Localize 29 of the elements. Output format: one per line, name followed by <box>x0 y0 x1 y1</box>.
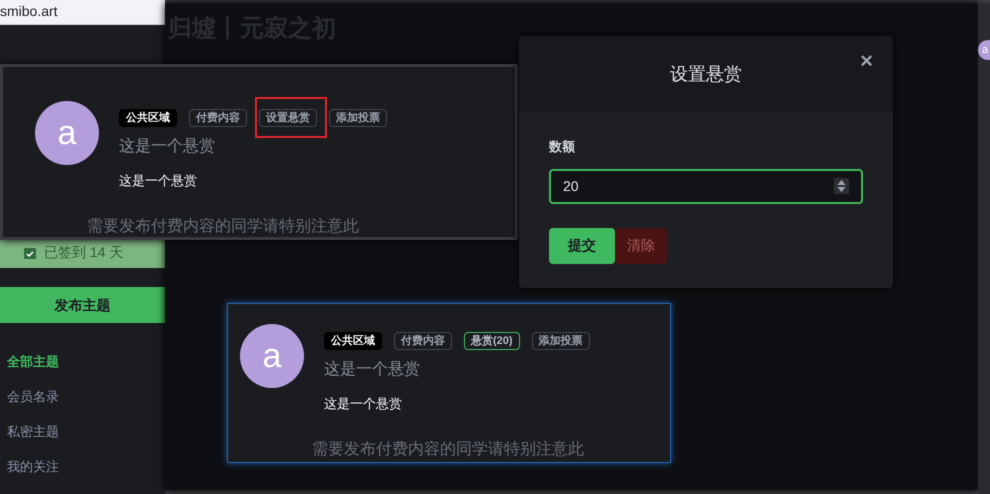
tag[interactable]: 添加投票 <box>532 332 590 350</box>
avatar: a <box>240 324 304 388</box>
tag[interactable]: 付费内容 <box>189 109 247 127</box>
post-title: 这是一个悬赏 <box>324 360 421 380</box>
notice-text: 需要发布付费内容的同学请特别注意此 <box>87 216 360 236</box>
tag[interactable]: 设置悬赏 <box>259 109 317 127</box>
avatar: a <box>35 101 99 165</box>
sidebar-item[interactable]: 会员名录 <box>7 388 165 406</box>
calendar-check-icon <box>24 246 36 259</box>
tag[interactable]: 悬赏(20) <box>464 332 520 350</box>
field-label: 数额 <box>549 138 576 156</box>
tag[interactable]: 公共区域 <box>119 109 177 127</box>
close-button[interactable]: × <box>860 50 873 72</box>
checkin-status: 已签到 14 天 <box>44 243 124 262</box>
sidebar-item[interactable]: 全部主题 <box>7 353 165 371</box>
tag[interactable]: 添加投票 <box>329 109 387 127</box>
post-body: 这是一个悬赏 <box>324 395 403 413</box>
tag[interactable]: 付费内容 <box>394 332 452 350</box>
dialog-title: 设置悬赏 <box>670 62 742 86</box>
sidebar-item[interactable]: 私密主题 <box>7 423 165 441</box>
notice-text: 需要发布付费内容的同学请特别注意此 <box>312 440 585 460</box>
sidebar-item[interactable]: 我的关注 <box>7 458 165 476</box>
submit-button[interactable]: 提交 <box>549 228 615 264</box>
spinner-icon[interactable] <box>834 178 849 194</box>
amount-field[interactable]: 20 <box>549 168 863 204</box>
publish-button[interactable]: 发布主题 <box>0 287 165 323</box>
tag[interactable]: 公共区域 <box>324 332 382 350</box>
post-body: 这是一个悬赏 <box>119 172 198 190</box>
post-title: 这是一个悬赏 <box>119 136 216 157</box>
